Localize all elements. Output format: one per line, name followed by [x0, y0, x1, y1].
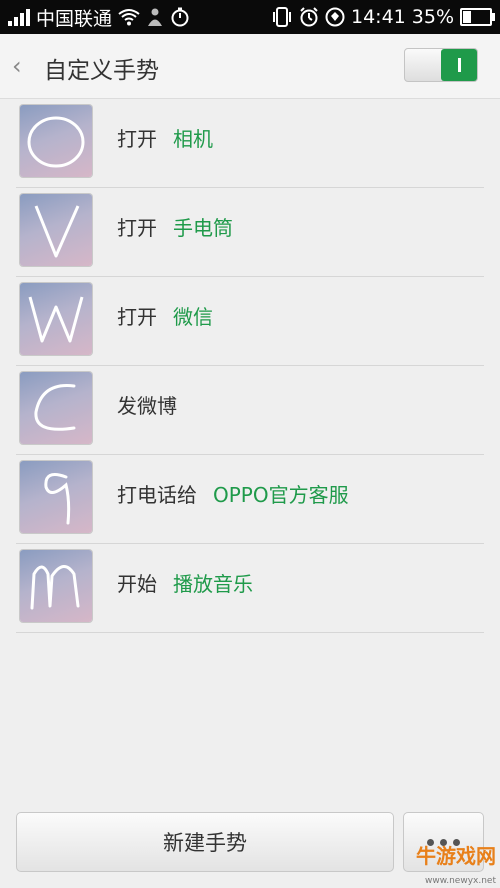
back-icon[interactable]: ‹	[12, 52, 22, 80]
usb-debug-icon	[148, 8, 163, 26]
toggle-on-knob	[441, 49, 477, 81]
alarm-icon	[300, 7, 318, 27]
gesture-target: 微信	[173, 305, 213, 329]
gesture-v-icon	[20, 194, 92, 266]
status-bar: 中国联通 14:41 35%	[0, 0, 500, 34]
page-title: 自定义手势	[44, 58, 159, 84]
gesture-w-icon	[20, 283, 92, 355]
gesture-action: 打开	[117, 305, 157, 329]
gesture-9-icon	[20, 461, 92, 533]
battery-icon	[460, 8, 495, 26]
gesture-target: 相机	[173, 127, 213, 151]
gesture-c-icon	[20, 372, 92, 444]
gesture-target: OPPO官方客服	[213, 483, 349, 507]
gesture-action: 打电话给	[117, 483, 197, 507]
gesture-target: 播放音乐	[173, 572, 253, 596]
carrier-label: 中国联通	[36, 7, 113, 30]
gesture-row-music[interactable]: 开始 播放音乐	[0, 544, 500, 633]
gesture-row-camera[interactable]: 打开 相机	[0, 99, 500, 188]
signal-icon	[8, 8, 30, 26]
watermark-logo: 牛游戏网	[416, 844, 496, 868]
gesture-toggle[interactable]	[404, 48, 478, 82]
gesture-row-call[interactable]: 打电话给 OPPO官方客服	[0, 455, 500, 544]
gesture-action: 发微博	[117, 394, 177, 418]
wifi-icon	[118, 9, 140, 26]
gesture-action: 打开	[117, 216, 157, 240]
gesture-target: 手电筒	[173, 216, 233, 240]
gesture-row-wechat[interactable]: 打开 微信	[0, 277, 500, 366]
gesture-row-flashlight[interactable]: 打开 手电筒	[0, 188, 500, 277]
battery-percent: 35%	[411, 6, 454, 28]
gesture-row-weibo[interactable]: 发微博	[0, 366, 500, 455]
watermark: 牛游戏网 www.newyx.net	[400, 838, 500, 888]
gesture-m-icon	[20, 550, 92, 622]
clock: 14:41	[351, 6, 406, 28]
app-notification-icon	[325, 7, 345, 27]
divider	[16, 632, 484, 633]
vibrate-icon	[273, 7, 291, 27]
stopwatch-icon	[171, 7, 189, 27]
watermark-url: www.newyx.net	[424, 876, 496, 886]
new-gesture-button[interactable]: 新建手势	[16, 812, 394, 872]
title-bar: ‹ 自定义手势	[0, 34, 500, 99]
gesture-o-icon	[20, 105, 92, 177]
gesture-action: 打开	[117, 127, 157, 151]
gesture-action: 开始	[117, 572, 157, 596]
